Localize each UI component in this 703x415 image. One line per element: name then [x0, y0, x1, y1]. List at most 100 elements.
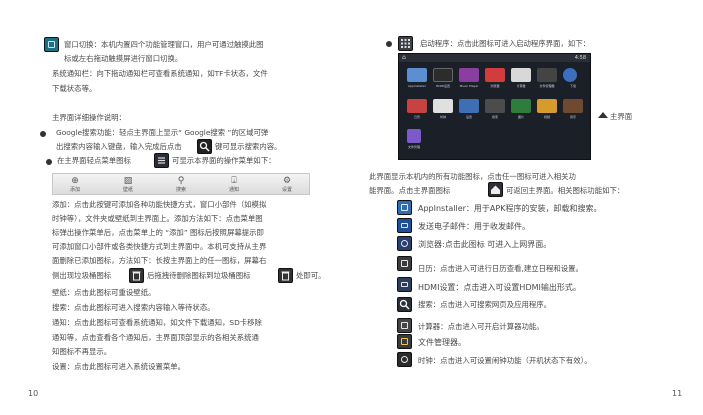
screen-app-5 — [511, 68, 531, 82]
search-key-icon — [197, 139, 212, 154]
desc-text-1: 此界面显示本机内的所有功能图标，点击任一图标可进入相关功 — [369, 172, 576, 181]
email-icon — [397, 218, 412, 233]
item-clock: 时钟：点击进入可设置闹钟功能（开机状态下有效）。 — [418, 356, 592, 365]
window-switch-icon — [44, 37, 59, 52]
screen-app-7 — [563, 68, 577, 82]
add-text-3: 标弹出操作菜单后，点击菜单上的 “添加” 图标后按照屏幕提示即 — [52, 228, 264, 237]
google-search-text-2: 出搜索内容输入键盘，输入完成后点击 — [56, 142, 182, 151]
item-search: 搜索：点击进入可搜索网页及应用程序。 — [418, 300, 552, 309]
bullet-launcher — [386, 41, 392, 47]
calendar-icon — [397, 256, 412, 271]
main-section-title: 主界面详细操作说明： — [52, 113, 126, 122]
screen-app-8 — [407, 99, 427, 113]
wallpaper-text: 壁纸：点击此图标可重设壁纸。 — [52, 288, 156, 297]
bullet-google — [40, 131, 46, 137]
launcher-text: 启动程序：点击此图标可进入启动程序界面，如下： — [420, 39, 590, 48]
screen-app-6 — [537, 68, 557, 82]
desc-text-3: 可返回主界面。相关图标功能如下： — [506, 186, 625, 195]
screen-app-label-5: 计算器 — [516, 84, 526, 88]
trash-icon-2 — [278, 268, 293, 283]
screen-app-label-2: HDMI设置 — [435, 84, 451, 88]
item-email: 发送电子邮件：用于收发邮件。 — [418, 222, 530, 231]
settings-icon: ⚙ — [282, 176, 292, 186]
screen-app-label-11: 图片 — [517, 115, 524, 119]
notification-bar-text-2: 下载状态等。 — [52, 84, 97, 93]
window-switch-text-2: 标或左右拖动触摸屏进行窗口切换。 — [64, 54, 183, 63]
home-icon — [488, 182, 503, 197]
add-text-6b: 后拖拽待删除图标到垃圾桶图标 — [147, 271, 251, 280]
search-app-icon — [397, 297, 412, 312]
screen-app-10 — [459, 99, 479, 113]
notify-text-1: 通知：点击此图标可查看系统通知，如文件下载通知，SD卡移除 — [52, 318, 262, 327]
screen-app-4 — [485, 68, 505, 82]
wallpaper-icon: ▨ — [123, 176, 133, 186]
menu-toolbar: ⊕ 添加 ▨ 壁纸 ⚲ 搜索 ⍗ 通知 ⚙ 设置 — [52, 173, 310, 195]
hdmi-icon — [397, 277, 412, 292]
notify-text-2: 通知等，点击查看各个通知后，主界面顶部显示的各相关系统通 — [52, 333, 259, 342]
item-file-manager: 文件管理器。 — [418, 338, 466, 347]
file-manager-icon — [397, 334, 412, 349]
screen-app-label-6: 文件管理器 — [539, 84, 555, 88]
toolbar-notification[interactable]: ⍗ 通知 — [214, 176, 254, 193]
screen-app-label-13: 下载 — [569, 84, 576, 88]
screen-app-15 — [407, 129, 421, 143]
item-calculator: 计算器：点击进入可开启计算器功能。 — [418, 322, 544, 331]
screen-app-label-3: Music Player — [459, 84, 479, 88]
toolbar-add-label: 添加 — [69, 187, 80, 193]
toolbar-add[interactable]: ⊕ 添加 — [55, 176, 95, 193]
screen-app-label-7: 日历 — [413, 115, 420, 119]
screen-app-label-1: AppInstaller — [408, 84, 426, 88]
screen-app-label-15: 文件管理 — [407, 145, 420, 149]
clock-icon — [397, 352, 412, 367]
item-hdmi: HDMI设置：点击进入可设置HDMI输出形式。 — [418, 283, 581, 292]
screen-app-2 — [433, 68, 453, 82]
calculator-icon — [397, 318, 412, 333]
browser-icon — [397, 236, 412, 251]
screen-status-time: 4:58 — [574, 55, 586, 61]
screen-app-1 — [407, 68, 427, 82]
menu-intro-text-1: 在主界面轻点菜单图标 — [57, 156, 131, 165]
toolbar-settings-label: 设置 — [281, 187, 292, 193]
toolbar-settings[interactable]: ⚙ 设置 — [267, 176, 307, 193]
screen-app-label-10: 搜索 — [491, 115, 498, 119]
add-text-4: 可添加窗口小部件或各类快捷方式到主界面中。本机可支持从主界 — [52, 242, 267, 251]
home-label: 主界面 — [598, 111, 632, 122]
screen-app-11 — [485, 99, 505, 113]
app-installer-icon — [397, 200, 412, 215]
trash-icon-1 — [129, 268, 144, 283]
screen-app-9 — [433, 99, 453, 113]
toolbar-notification-label: 通知 — [228, 187, 239, 193]
add-text-6a: 侧出现垃圾桶图标 — [52, 271, 112, 280]
launcher-screenshot: ⌂ 4:58 AppInstaller HDMI设置 Music Player … — [398, 53, 591, 160]
screen-app-label-9: 设置 — [465, 115, 472, 119]
google-search-text-1: Google搜索功能：轻点主界面上显示“ Google搜索 ”的区域可弹 — [56, 128, 269, 137]
screen-app-label-8: 时钟 — [439, 115, 446, 119]
screen-app-14 — [563, 99, 583, 113]
toolbar-search[interactable]: ⚲ 搜索 — [161, 176, 201, 193]
window-switch-text-1: 窗口切换：本机内置四个功能管理窗口，用户可通过触摸此图 — [64, 40, 264, 49]
settings-text: 设置：点击此图标可进入系统设置菜单。 — [52, 362, 186, 371]
add-text-5: 面删除已添加图标，方法如下：长按主界面上的任一图标，屏幕右 — [52, 256, 267, 265]
desc-text-2: 能界面。点击主界面图标 — [369, 186, 451, 195]
notification-bar-text-1: 系统通知栏：向下拖动通知栏可查看系统通知，如TF卡状态，文件 — [52, 69, 268, 78]
toolbar-wallpaper[interactable]: ▨ 壁纸 — [108, 176, 148, 193]
page-number-left: 10 — [28, 389, 39, 398]
plus-icon: ⊕ — [71, 176, 79, 186]
toolbar-search-label: 搜索 — [175, 187, 186, 193]
launcher-icon — [398, 36, 413, 51]
toolbar-wallpaper-label: 壁纸 — [122, 187, 133, 193]
add-text-2: 时钟等），文件夹或壁纸到主界面上。添加方法如下：点击菜单图 — [52, 214, 263, 223]
bullet-menu — [46, 159, 52, 165]
search-text: 搜索：点击此图标可进入搜索内容输入等待状态。 — [52, 303, 215, 312]
screen-app-13 — [537, 99, 557, 113]
home-pointer-icon — [598, 112, 608, 118]
screen-app-label-14: 音乐 — [569, 115, 576, 119]
page-number-right: 11 — [672, 389, 683, 398]
item-app-installer: AppInstaller：用于APK程序的安装，卸载和搜索。 — [418, 204, 602, 213]
add-text-6c: 处即可。 — [296, 271, 326, 280]
add-text-1: 添加：点击此按键可添加各种功能快捷方式，窗口小部件（如模拟 — [52, 200, 267, 209]
screen-app-12 — [511, 99, 531, 113]
menu-intro-text-2: 可显示本界面的操作菜单如下： — [172, 156, 276, 165]
google-search-text-3: 键可显示搜索内容。 — [215, 142, 282, 151]
menu-icon — [154, 153, 169, 168]
